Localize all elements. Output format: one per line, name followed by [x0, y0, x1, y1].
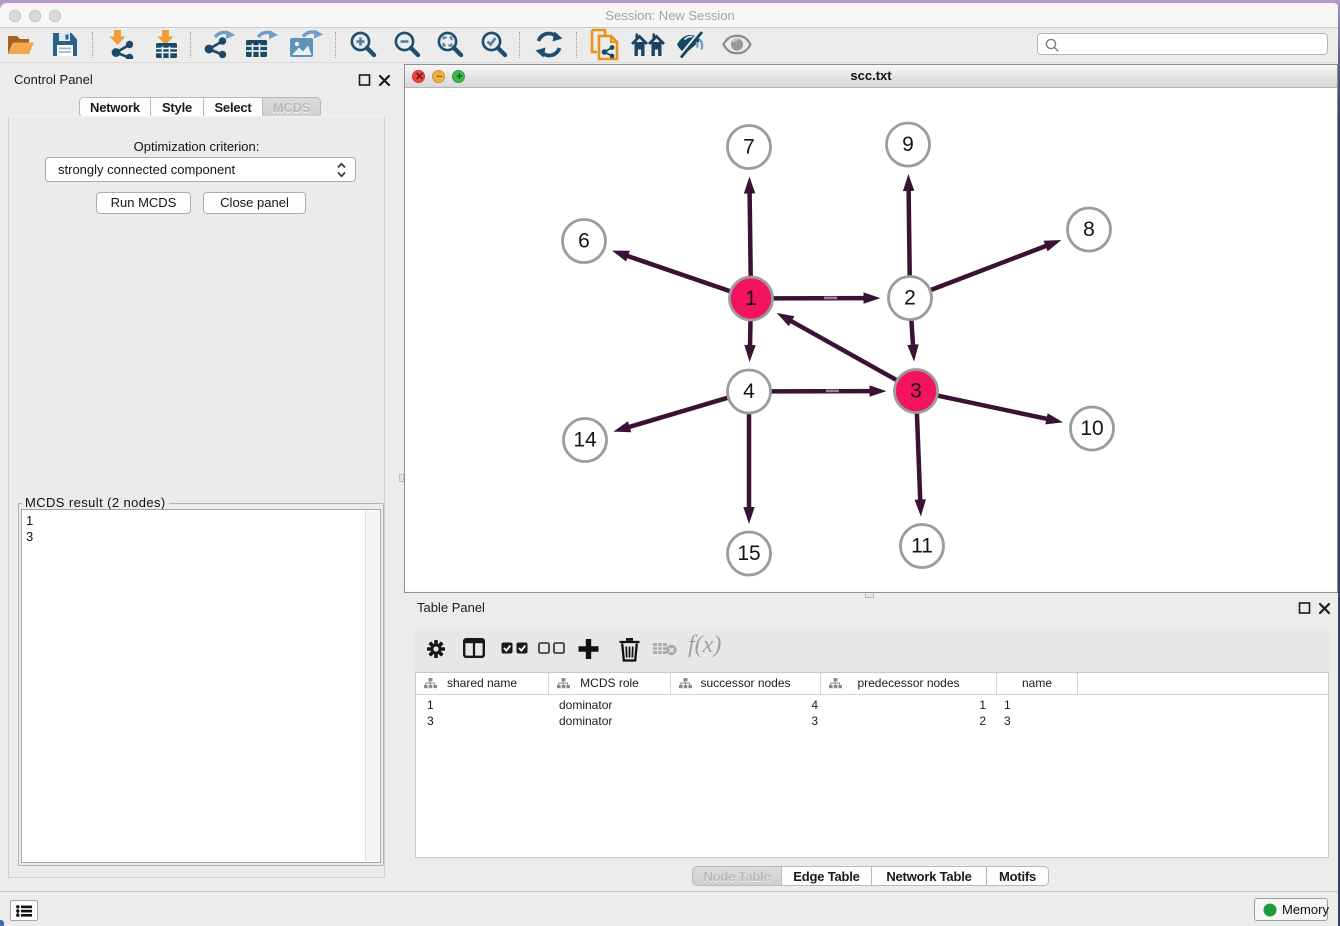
svg-text:8: 8: [1083, 218, 1095, 241]
svg-text:1: 1: [745, 287, 757, 310]
svg-text:3: 3: [910, 380, 922, 403]
svg-text:2: 2: [904, 287, 916, 310]
svg-text:15: 15: [737, 542, 760, 565]
svg-text:6: 6: [578, 230, 590, 253]
svg-text:11: 11: [911, 535, 933, 558]
svg-text:7: 7: [743, 136, 755, 159]
svg-text:4: 4: [743, 380, 755, 403]
svg-text:9: 9: [902, 133, 914, 156]
svg-text:14: 14: [573, 429, 597, 452]
svg-text:10: 10: [1080, 417, 1103, 440]
